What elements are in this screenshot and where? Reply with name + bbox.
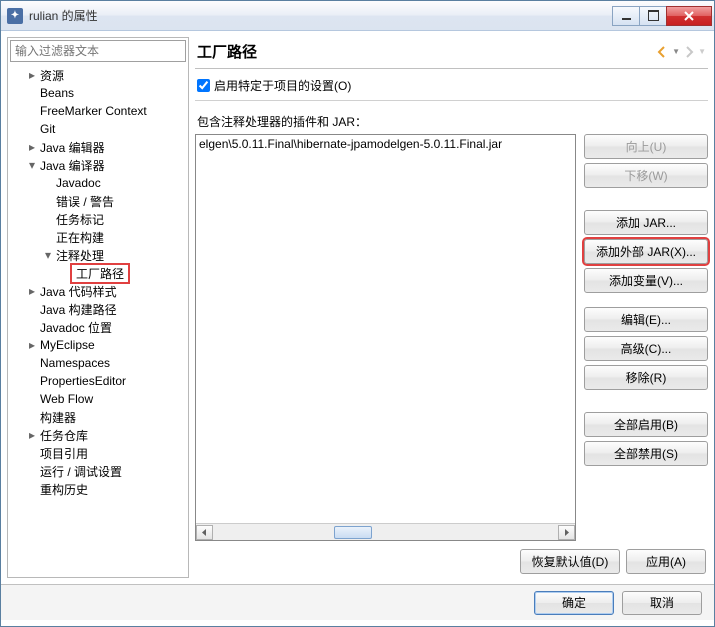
dialog-footer: 确定 取消 (1, 584, 714, 620)
tree-item-label: 工厂路径 (70, 263, 130, 284)
tree-item[interactable]: ▸Java 构建路径 (8, 300, 188, 318)
window-title: rulian 的属性 (29, 7, 613, 24)
tree-item[interactable]: ▸Javadoc 位置 (8, 318, 188, 336)
sidebar: ▸资源▸Beans▸FreeMarker Context▸Git▸Java 编辑… (7, 37, 189, 578)
tree-item[interactable]: ▸错误 / 警告 (8, 192, 188, 210)
chevron-down-icon[interactable]: ▾ (26, 158, 38, 172)
tree-item[interactable]: ▸FreeMarker Context (8, 102, 188, 120)
chevron-right-icon[interactable]: ▸ (26, 428, 38, 442)
tree-item-label: 运行 / 调试设置 (38, 463, 124, 480)
add-jar-button[interactable]: 添加 JAR... (584, 210, 708, 235)
jar-listbox[interactable]: elgen\5.0.11.Final\hibernate-jpamodelgen… (195, 134, 576, 541)
tree-item-label: Java 构建路径 (38, 301, 119, 318)
horizontal-scrollbar[interactable] (196, 523, 575, 540)
scroll-left-button[interactable] (196, 525, 213, 540)
tree-item[interactable]: ▸Java 代码样式 (8, 282, 188, 300)
tree-item[interactable]: ▸任务仓库 (8, 426, 188, 444)
app-icon: ✦ (7, 8, 23, 24)
cancel-button[interactable]: 取消 (622, 591, 702, 615)
tree-item-label: 项目引用 (38, 445, 90, 462)
apply-button[interactable]: 应用(A) (626, 549, 706, 574)
tree[interactable]: ▸资源▸Beans▸FreeMarker Context▸Git▸Java 编辑… (8, 64, 188, 577)
tree-item[interactable]: ▸运行 / 调试设置 (8, 462, 188, 480)
tree-item[interactable]: ▸构建器 (8, 408, 188, 426)
restore-defaults-button[interactable]: 恢复默认值(D) (520, 549, 620, 574)
scroll-thumb[interactable] (334, 526, 372, 539)
tree-item-label: 错误 / 警告 (54, 193, 116, 210)
tree-item[interactable]: ▸Beans (8, 84, 188, 102)
tree-item[interactable]: ▸重构历史 (8, 480, 188, 498)
tree-item-label: 注释处理 (54, 247, 106, 264)
filter-input[interactable] (10, 40, 186, 62)
remove-button[interactable]: 移除(R) (584, 365, 708, 390)
tree-item-label: 任务标记 (54, 211, 106, 228)
tree-item[interactable]: ▸Java 编辑器 (8, 138, 188, 156)
window-buttons (613, 6, 712, 26)
enable-project-label: 启用特定于项目的设置(O) (214, 77, 351, 94)
list-item[interactable]: elgen\5.0.11.Final\hibernate-jpamodelgen… (199, 137, 502, 151)
tree-item[interactable]: ▸PropertiesEditor (8, 372, 188, 390)
tree-item-label: Web Flow (38, 392, 95, 406)
maximize-button[interactable] (639, 6, 667, 26)
tree-item[interactable]: ▸Javadoc (8, 174, 188, 192)
enable-all-button[interactable]: 全部启用(B) (584, 412, 708, 437)
enable-project-checkbox[interactable] (197, 79, 210, 92)
scroll-right-button[interactable] (558, 525, 575, 540)
tree-item[interactable]: ▸工厂路径 (8, 264, 188, 282)
tree-item-label: Javadoc 位置 (38, 319, 114, 336)
tree-item-label: 资源 (38, 67, 66, 84)
tree-item-label: 正在构建 (54, 229, 106, 246)
tree-item[interactable]: ▸Namespaces (8, 354, 188, 372)
tree-item-label: Git (38, 122, 57, 136)
tree-item-label: Java 编辑器 (38, 139, 107, 156)
tree-item[interactable]: ▾Java 编译器 (8, 156, 188, 174)
tree-item[interactable]: ▾注释处理 (8, 246, 188, 264)
chevron-down-icon[interactable]: ▾ (42, 248, 54, 262)
tree-item-label: FreeMarker Context (38, 104, 149, 118)
edit-button[interactable]: 编辑(E)... (584, 307, 708, 332)
chevron-right-icon[interactable]: ▸ (26, 140, 38, 154)
tree-item[interactable]: ▸任务标记 (8, 210, 188, 228)
up-button[interactable]: 向上(U) (584, 134, 708, 159)
disable-all-button[interactable]: 全部禁用(S) (584, 441, 708, 466)
tree-item[interactable]: ▸资源 (8, 66, 188, 84)
minimize-button[interactable] (612, 6, 640, 26)
close-icon (684, 11, 694, 21)
scroll-track[interactable] (213, 525, 558, 540)
tree-item[interactable]: ▸项目引用 (8, 444, 188, 462)
down-button[interactable]: 下移(W) (584, 163, 708, 188)
page-title: 工厂路径 (197, 41, 656, 62)
forward-icon[interactable] (682, 45, 696, 59)
tree-item[interactable]: ▸正在构建 (8, 228, 188, 246)
tree-item-label: MyEclipse (38, 338, 97, 352)
tree-item-label: Java 编译器 (38, 157, 107, 174)
advanced-button[interactable]: 高级(C)... (584, 336, 708, 361)
tree-item-label: Java 代码样式 (38, 283, 119, 300)
tree-item[interactable]: ▸MyEclipse (8, 336, 188, 354)
dropdown-icon[interactable]: ▼ (672, 47, 680, 56)
main-panel: 工厂路径 ▼ ▼ 启用特定于项目的设置(O) 包含注释处理器的插件和 JAR： … (195, 37, 708, 578)
nav-arrows: ▼ ▼ (656, 45, 706, 59)
tree-item-label: 任务仓库 (38, 427, 90, 444)
chevron-right-icon[interactable]: ▸ (26, 284, 38, 298)
tree-item-label: Namespaces (38, 356, 112, 370)
add-external-jar-button[interactable]: 添加外部 JAR(X)... (584, 239, 708, 264)
chevron-right-icon[interactable]: ▸ (26, 68, 38, 82)
tree-item-label: Beans (38, 86, 76, 100)
add-variable-button[interactable]: 添加变量(V)... (584, 268, 708, 293)
tree-item-label: PropertiesEditor (38, 374, 128, 388)
tree-item[interactable]: ▸Web Flow (8, 390, 188, 408)
ok-button[interactable]: 确定 (534, 591, 614, 615)
close-button[interactable] (666, 6, 712, 26)
plugins-label: 包含注释处理器的插件和 JAR： (195, 103, 708, 134)
dropdown-icon: ▼ (698, 47, 706, 56)
tree-item[interactable]: ▸Git (8, 120, 188, 138)
tree-item-label: 重构历史 (38, 481, 90, 498)
tree-item-label: 构建器 (38, 409, 78, 426)
titlebar: ✦ rulian 的属性 (1, 1, 714, 31)
tree-item-label: Javadoc (54, 176, 103, 190)
chevron-right-icon[interactable]: ▸ (26, 338, 38, 352)
back-icon[interactable] (656, 45, 670, 59)
